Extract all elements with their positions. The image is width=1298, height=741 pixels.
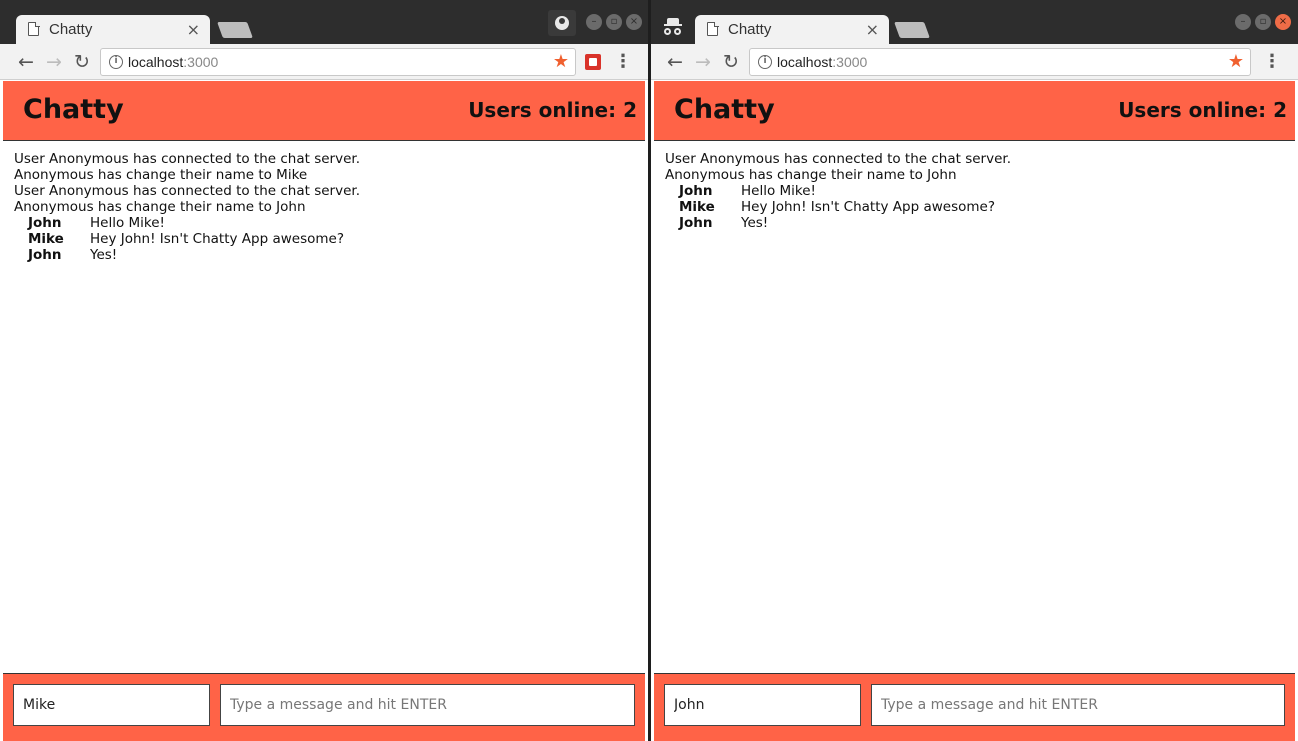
close-window-button[interactable]: × [626,14,642,30]
chat-message: Mike Hey John! Isn't Chatty App awesome? [665,199,1285,215]
message-content: Yes! [741,215,769,231]
maximize-button[interactable]: ▫ [606,14,622,30]
incognito-icon [663,18,683,36]
tab-title: Chatty [728,21,772,38]
message-username: Mike [28,231,64,247]
close-window-button[interactable]: × [1275,14,1291,30]
reload-button[interactable]: ↻ [70,50,94,74]
maximize-button[interactable]: ▫ [1255,14,1271,30]
browser-menu-icon[interactable]: ⋮ [1263,50,1281,74]
forward-button[interactable]: → [691,50,715,74]
chat-message: John Hello Mike! [665,183,1285,199]
tab-chatty[interactable]: Chatty × [16,15,210,44]
system-message: User Anonymous has connected to the chat… [665,151,1011,167]
url-text: localhost:3000 [777,54,868,70]
bookmark-star-icon[interactable]: ★ [553,51,569,72]
tab-strip: Chatty × – ▫ × [0,0,648,44]
users-online-count: Users online: 2 [468,98,637,122]
message-content: Hello Mike! [90,215,165,231]
tab-chatty[interactable]: Chatty × [695,15,889,44]
bookmark-star-icon[interactable]: ★ [1228,51,1244,72]
extension-icon[interactable] [585,54,601,70]
close-tab-icon[interactable]: × [866,20,879,39]
browser-menu-icon[interactable]: ⋮ [614,50,632,74]
message-content: Hello Mike! [741,183,816,199]
info-icon[interactable]: i [109,55,123,69]
message-username: John [679,183,713,199]
browser-toolbar: ← → ↻ i localhost:3000 ★ ⋮ [651,44,1298,80]
forward-button[interactable]: → [42,50,66,74]
browser-window-left: Chatty × – ▫ × ← → ↻ i localhost:3000 ★ … [0,0,648,741]
system-message: Anonymous has change their name to Mike [14,167,308,183]
message-username: John [679,215,713,231]
chat-message: John Yes! [665,215,1285,231]
navbar: Chatty Users online: 2 [654,81,1295,141]
chat-message: Mike Hey John! Isn't Chatty App awesome? [14,231,635,247]
message-username: John [28,215,62,231]
message-username: Mike [679,199,715,215]
message-username: John [28,247,62,263]
person-icon [555,16,569,30]
browser-toolbar: ← → ↻ i localhost:3000 ★ ⋮ [0,44,648,80]
username-input[interactable] [664,684,861,726]
url-text: localhost:3000 [128,54,219,70]
username-input[interactable] [13,684,210,726]
back-button[interactable]: ← [14,50,38,74]
profile-button[interactable] [548,10,576,36]
page-icon [707,21,719,36]
address-bar[interactable]: i localhost:3000 ★ [100,48,576,76]
message-input[interactable] [871,684,1285,726]
page-icon [28,21,40,36]
info-icon[interactable]: i [758,55,772,69]
chat-message: John Hello Mike! [14,215,635,231]
system-message: User Anonymous has connected to the chat… [14,183,360,199]
message-content: Yes! [90,247,118,263]
brand-title[interactable]: Chatty [23,94,124,125]
close-tab-icon[interactable]: × [187,20,200,39]
message-input[interactable] [220,684,635,726]
message-list: User Anonymous has connected to the chat… [665,151,1285,231]
address-bar[interactable]: i localhost:3000 ★ [749,48,1251,76]
minimize-button[interactable]: – [586,14,602,30]
minimize-button[interactable]: – [1235,14,1251,30]
tab-strip: Chatty × – ▫ × [651,0,1298,44]
navbar: Chatty Users online: 2 [3,81,645,141]
brand-title[interactable]: Chatty [674,94,775,125]
back-button[interactable]: ← [663,50,687,74]
message-content: Hey John! Isn't Chatty App awesome? [90,231,344,247]
system-message: User Anonymous has connected to the chat… [14,151,360,167]
chatty-page: Chatty Users online: 2 User Anonymous ha… [654,81,1295,741]
chatbar [654,673,1295,741]
new-tab-button[interactable] [894,22,930,38]
new-tab-button[interactable] [217,22,253,38]
chatbar [3,673,645,741]
chatty-page: Chatty Users online: 2 User Anonymous ha… [3,81,645,741]
tab-title: Chatty [49,21,93,38]
message-list: User Anonymous has connected to the chat… [14,151,635,263]
chat-message: John Yes! [14,247,635,263]
browser-window-right: Chatty × – ▫ × ← → ↻ i localhost:3000 ★ … [651,0,1298,741]
message-content: Hey John! Isn't Chatty App awesome? [741,199,995,215]
system-message: Anonymous has change their name to John [665,167,957,183]
system-message: Anonymous has change their name to John [14,199,306,215]
reload-button[interactable]: ↻ [719,50,743,74]
users-online-count: Users online: 2 [1118,98,1287,122]
